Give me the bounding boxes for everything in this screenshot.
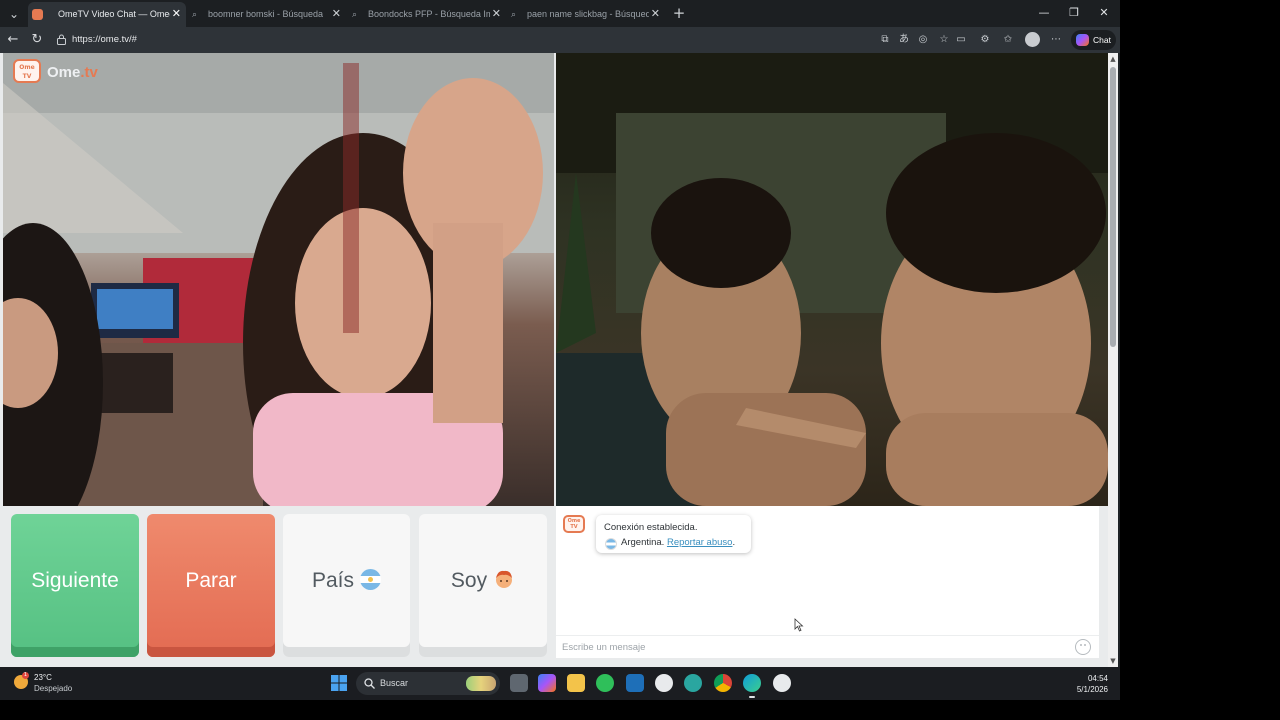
tab-ometv[interactable]: OmeTV Video Chat — Omegl ✕: [28, 2, 186, 27]
boy-emoji-icon: [496, 571, 513, 589]
profile-avatar[interactable]: [1025, 32, 1040, 47]
search-favicon-icon: ⌕: [352, 9, 358, 19]
screen: ⌄ OmeTV Video Chat — Omegl ✕ ⌕ boomner b…: [0, 0, 1120, 700]
back-arrow-icon[interactable]: ←: [3, 30, 23, 50]
gender-label: Soy: [450, 569, 488, 592]
chat-panel: Ome TV Conexión establecida. Argentina. …: [556, 506, 1099, 658]
partner-country: Argentina.: [621, 537, 665, 548]
tab-title: boomner bomski - Búsqueda: [208, 9, 324, 19]
translate-icon[interactable]: あ: [896, 32, 912, 48]
extensions-icon[interactable]: ⚙: [977, 32, 993, 48]
close-tab-icon[interactable]: ✕: [172, 2, 181, 27]
camera-in-use-icon[interactable]: ▭: [953, 32, 969, 48]
logo-wordmark: Ome.tv: [47, 64, 98, 81]
country-label: País: [311, 569, 355, 592]
search-favicon-icon: ⌕: [192, 9, 198, 19]
more-menu-icon[interactable]: ⋯: [1048, 32, 1064, 48]
report-abuse-link[interactable]: Reportar abuso: [667, 537, 732, 548]
copilot-app-icon[interactable]: [538, 674, 556, 692]
argentina-flag-icon: [605, 538, 617, 550]
search-favicon-icon: ⌕: [511, 9, 517, 19]
app-available-icon[interactable]: ⧉: [877, 32, 893, 48]
report-suffix: .: [732, 537, 736, 548]
argentina-flag-icon: [360, 568, 382, 590]
weather-badge: 1: [22, 672, 29, 679]
remote-video: [556, 53, 1108, 506]
chatgpt-icon[interactable]: [655, 674, 673, 692]
file-explorer-icon[interactable]: [567, 674, 585, 692]
country-filter-button[interactable]: País: [283, 514, 410, 657]
remote-video-frame: [556, 53, 1108, 506]
system-message: Conexión establecida. Argentina. Reporta…: [596, 515, 751, 553]
address-bar[interactable]: https://ome.tv/#: [50, 29, 870, 51]
tab-search-1[interactable]: ⌕ boomner bomski - Búsqueda ✕: [188, 2, 346, 27]
close-tab-icon[interactable]: ✕: [492, 2, 501, 27]
taskbar-search[interactable]: Buscar: [356, 672, 500, 695]
ometv-page: Ome TV Ome.tv Siguiente Parar País Soy O…: [0, 53, 1108, 667]
message-bar: [556, 635, 1099, 658]
restore-icon[interactable]: ❐: [1059, 2, 1089, 24]
message-input[interactable]: [562, 639, 1062, 656]
linkedin-icon[interactable]: [626, 674, 644, 692]
minimize-icon[interactable]: —: [1029, 2, 1059, 24]
local-video-frame: [3, 53, 554, 506]
windows-start-icon[interactable]: [331, 675, 347, 691]
chat-button-label: Chat: [1093, 35, 1111, 45]
mouse-cursor-icon: [794, 618, 804, 632]
tracking-prevention-icon[interactable]: ◎: [915, 32, 931, 48]
ometv-tv-icon: Ome TV: [13, 59, 41, 83]
copilot-chat-button[interactable]: Chat: [1071, 30, 1116, 50]
scroll-thumb[interactable]: [1110, 67, 1116, 347]
partner-country-line: Argentina. Reportar abuso.: [604, 535, 751, 550]
close-tab-icon[interactable]: ✕: [651, 2, 660, 27]
search-icon: [364, 678, 375, 689]
refresh-icon[interactable]: ↻: [27, 30, 47, 50]
chrome-icon[interactable]: [714, 674, 732, 692]
task-view-icon[interactable]: [510, 674, 528, 692]
weather-temperature[interactable]: 23°C: [34, 673, 52, 682]
url-text: https://ome.tv/#: [72, 34, 137, 45]
tab-search-3[interactable]: ⌕ paen name slickbag - Búsqueda I ✕: [507, 2, 665, 27]
tab-title: OmeTV Video Chat — Omegl: [58, 9, 170, 19]
system-clock[interactable]: 04:54 5/1/2026: [1077, 673, 1108, 695]
page-scrollbar[interactable]: ▲ ▼: [1108, 53, 1118, 667]
search-label: Buscar: [380, 678, 409, 688]
new-tab-plus-icon[interactable]: +: [670, 3, 688, 23]
clock-date: 5/1/2026: [1076, 685, 1108, 694]
copilot-icon: [1076, 34, 1089, 46]
windows-taskbar: 1 23°C Despejado Buscar 04:54 5/1/2026: [0, 667, 1120, 700]
lock-icon: [57, 34, 66, 45]
gender-select-button[interactable]: Soy: [419, 514, 547, 657]
ometv-system-icon: Ome TV: [563, 515, 585, 533]
stop-button[interactable]: Parar: [147, 514, 275, 657]
next-button[interactable]: Siguiente: [11, 514, 139, 657]
clock-time: 04:54: [1087, 674, 1108, 683]
scroll-up-arrow-icon[interactable]: ▲: [1109, 55, 1117, 63]
weather-condition[interactable]: Despejado: [34, 684, 72, 693]
whatsapp-icon[interactable]: [596, 674, 614, 692]
edge-active-indicator: [749, 696, 755, 698]
app-wave-icon[interactable]: [684, 674, 702, 692]
favorites-icon[interactable]: ✩: [1000, 32, 1016, 48]
ometv-favicon-icon: [32, 9, 43, 20]
favorite-star-icon[interactable]: ☆: [936, 32, 952, 48]
browser-toolbar: ← ↻ https://ome.tv/# ⧉ あ ◎ ☆ ▭ ⚙ ✩ ⋯ Cha…: [0, 27, 1120, 53]
tab-title: Boondocks PFP - Búsqueda Imáge: [368, 9, 490, 19]
edge-icon[interactable]: [743, 674, 761, 692]
tab-search-2[interactable]: ⌕ Boondocks PFP - Búsqueda Imáge ✕: [348, 2, 506, 27]
search-highlight-art: [466, 676, 496, 691]
close-tab-icon[interactable]: ✕: [332, 2, 341, 27]
connection-status: Conexión establecida.: [604, 522, 698, 533]
emoji-smiley-icon[interactable]: [1075, 639, 1091, 655]
local-video: Ome TV Ome.tv: [3, 53, 554, 506]
tab-title: paen name slickbag - Búsqueda I: [527, 9, 649, 19]
close-window-icon[interactable]: ✕: [1089, 2, 1119, 24]
tab-list-chevron-icon[interactable]: ⌄: [4, 4, 24, 24]
app-record-icon[interactable]: [773, 674, 791, 692]
tab-strip: ⌄ OmeTV Video Chat — Omegl ✕ ⌕ boomner b…: [0, 0, 1120, 27]
scroll-down-arrow-icon[interactable]: ▼: [1109, 657, 1117, 665]
